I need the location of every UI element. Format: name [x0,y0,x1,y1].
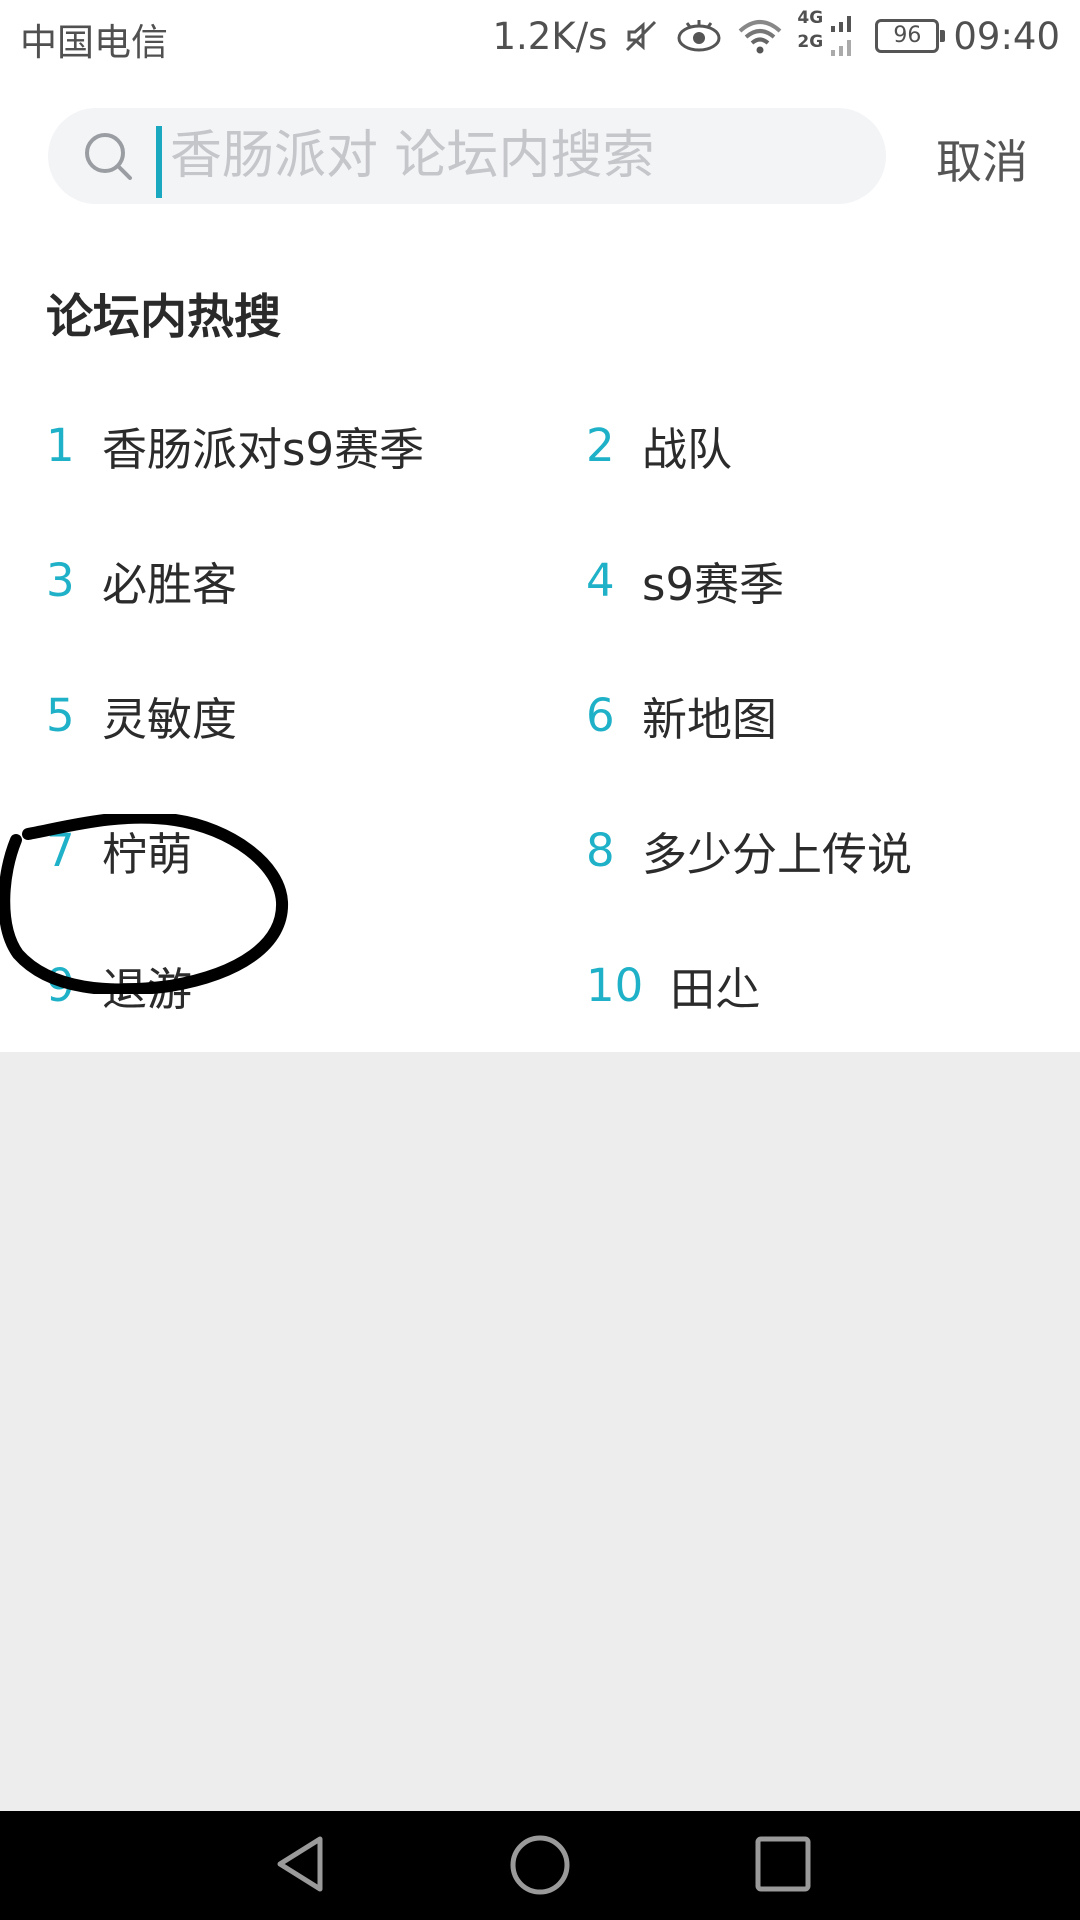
hot-search-text: 田尐 [670,962,761,1016]
hot-search-text: 香肠派对s9赛季 [102,422,425,476]
mute-icon [621,16,661,56]
hot-search-text: 灵敏度 [102,692,238,746]
carrier-label: 中国电信 [20,21,168,64]
navigation-bar [0,1811,1080,1920]
status-icons: 1.2K/s 4G 2G 96 09:40 [492,8,1061,60]
main-content: 取消 论坛内热搜 1 香肠派对s9赛季 2 战队 3 必胜客 4 s9赛季 5 … [0,74,1080,1052]
hot-search-text: 多少分上传说 [642,827,913,881]
hot-search-text: 战队 [642,422,733,476]
hot-search-rank: 5 [46,688,75,742]
hot-search-item-8[interactable]: 8 多少分上传说 [586,815,912,885]
wifi-icon [737,17,783,55]
hot-search-item-4[interactable]: 4 s9赛季 [586,545,784,615]
cancel-button[interactable]: 取消 [936,126,1028,192]
hot-search-rank: 3 [46,553,75,607]
hot-search-item-6[interactable]: 6 新地图 [586,680,777,750]
hot-search-text: 新地图 [642,692,778,746]
hot-search-text: 必胜客 [102,557,238,611]
search-bar[interactable] [48,108,886,204]
network-2g-label: 2G [797,32,824,52]
hot-search-rank: 4 [586,553,615,607]
back-icon[interactable] [270,1833,330,1899]
status-bar: 中国电信 1.2K/s 4G 2G 96 09:40 [0,0,1080,74]
hot-search-rank: 10 [586,958,644,1012]
hot-search-title: 论坛内热搜 [46,290,281,345]
net-speed: 1.2K/s [492,14,608,58]
hot-search-item-1[interactable]: 1 香肠派对s9赛季 [46,410,424,480]
hot-search-item-5[interactable]: 5 灵敏度 [46,680,237,750]
signal-icon: 4G 2G [797,8,861,60]
hot-search-rank: 8 [586,823,615,877]
recents-icon[interactable] [752,1833,814,1899]
hot-search-rank: 6 [586,688,615,742]
network-4g-label: 4G [797,8,824,28]
clock: 09:40 [953,14,1060,58]
search-icon [82,130,136,188]
hand-drawn-circle-annotation [0,814,289,994]
eye-icon [675,18,723,54]
search-input[interactable] [160,118,870,194]
hot-search-rank: 1 [46,418,75,472]
hot-search-item-3[interactable]: 3 必胜客 [46,545,237,615]
hot-search-item-2[interactable]: 2 战队 [586,410,732,480]
hot-search-item-10[interactable]: 10 田尐 [586,950,760,1020]
home-icon[interactable] [508,1833,572,1901]
battery-icon: 96 [875,19,946,53]
hot-search-text: s9赛季 [642,557,785,611]
hot-search-rank: 2 [586,418,615,472]
